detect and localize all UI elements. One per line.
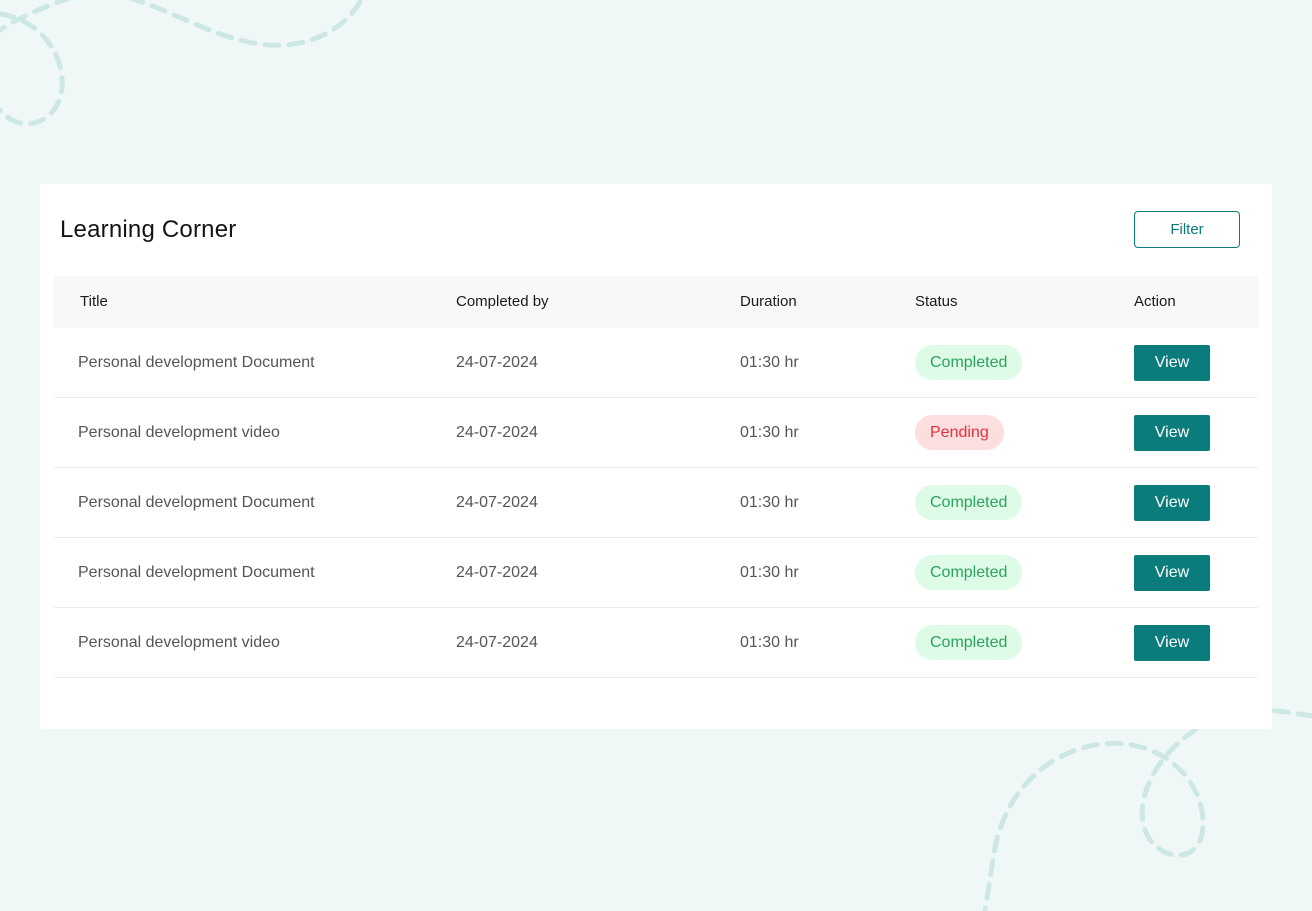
column-header-completed-by: Completed by xyxy=(456,293,549,310)
status-badge: Completed xyxy=(915,345,1023,380)
status-badge: Completed xyxy=(915,625,1023,660)
row-completed-by: 24-07-2024 xyxy=(456,353,538,371)
table-row: Personal development video 24-07-2024 01… xyxy=(54,398,1258,468)
row-duration: 01:30 hr xyxy=(740,633,799,651)
row-title: Personal development Document xyxy=(78,353,315,371)
table-row: Personal development Document 24-07-2024… xyxy=(54,468,1258,538)
column-header-title: Title xyxy=(80,293,108,310)
learning-table: Title Completed by Duration Status Actio… xyxy=(54,276,1258,678)
table-row: Personal development video 24-07-2024 01… xyxy=(54,608,1258,678)
column-header-action: Action xyxy=(1134,293,1176,310)
learning-corner-card: Learning Corner Filter Title Completed b… xyxy=(40,184,1272,729)
view-button[interactable]: View xyxy=(1134,624,1210,661)
page-title: Learning Corner xyxy=(60,216,237,243)
row-duration: 01:30 hr xyxy=(740,353,799,371)
filter-button[interactable]: Filter xyxy=(1134,211,1240,248)
view-button[interactable]: View xyxy=(1134,484,1210,521)
row-title: Personal development video xyxy=(78,423,280,441)
row-duration: 01:30 hr xyxy=(740,423,799,441)
row-completed-by: 24-07-2024 xyxy=(456,563,538,581)
status-badge: Pending xyxy=(915,415,1004,450)
status-badge: Completed xyxy=(915,555,1023,590)
row-completed-by: 24-07-2024 xyxy=(456,423,538,441)
row-duration: 01:30 hr xyxy=(740,493,799,511)
table-header: Title Completed by Duration Status Actio… xyxy=(54,276,1258,328)
row-duration: 01:30 hr xyxy=(740,563,799,581)
row-completed-by: 24-07-2024 xyxy=(456,493,538,511)
table-row: Personal development Document 24-07-2024… xyxy=(54,328,1258,398)
column-header-status: Status xyxy=(915,293,958,310)
view-button[interactable]: View xyxy=(1134,414,1210,451)
view-button[interactable]: View xyxy=(1134,344,1210,381)
table-row: Personal development Document 24-07-2024… xyxy=(54,538,1258,608)
view-button[interactable]: View xyxy=(1134,554,1210,591)
row-completed-by: 24-07-2024 xyxy=(456,633,538,651)
row-title: Personal development Document xyxy=(78,493,315,511)
status-badge: Completed xyxy=(915,485,1023,520)
column-header-duration: Duration xyxy=(740,293,797,310)
row-title: Personal development video xyxy=(78,633,280,651)
row-title: Personal development Document xyxy=(78,563,315,581)
